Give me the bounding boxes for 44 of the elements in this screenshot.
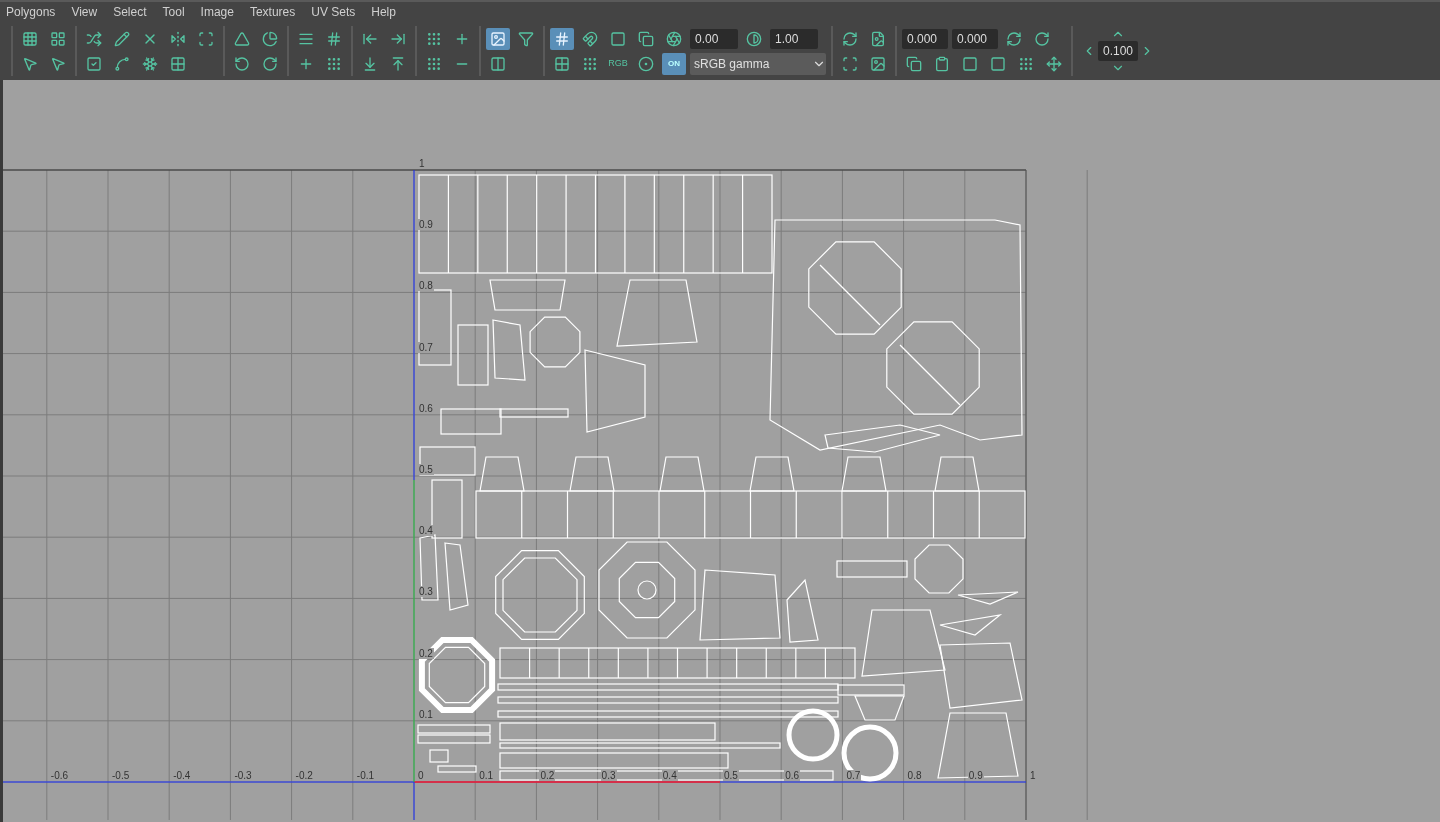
axis-label: 0 [417, 770, 425, 781]
channel-label[interactable]: RGB [606, 56, 630, 71]
axis-label: 0.7 [845, 770, 862, 781]
axis-label: 0.6 [418, 402, 434, 414]
axis-label: -0.6 [49, 770, 70, 781]
axis-label: -0.2 [294, 770, 314, 781]
axis-label: 1 [418, 158, 426, 169]
axis-label: 0.1 [478, 770, 495, 781]
exposure-field[interactable]: 0.00 [690, 28, 738, 49]
step-field[interactable]: 0.100 [1098, 41, 1138, 61]
axis-label: 0.4 [661, 770, 678, 781]
axis-label: 0.8 [418, 280, 434, 292]
axis-label: -0.4 [172, 770, 192, 781]
menu-item[interactable]: View [71, 3, 98, 21]
axis-label: 0.4 [418, 525, 434, 537]
view-transform-dropdown[interactable]: sRGB gamma [690, 52, 826, 75]
axis-label: 0.2 [539, 770, 556, 781]
grid-snap-icon[interactable] [550, 27, 574, 50]
menu-item[interactable]: Tool [162, 3, 185, 21]
axis-label: 0.9 [418, 219, 434, 231]
u-value-field[interactable]: 0.000 [902, 28, 948, 49]
axis-label: 0.5 [418, 464, 434, 475]
axis-label: -0.5 [111, 770, 131, 781]
axis-label: 0.3 [418, 586, 434, 598]
menu-item[interactable]: Select [113, 3, 147, 21]
menu-item[interactable]: Polygons [6, 3, 56, 21]
axis-label: 0.1 [418, 708, 434, 720]
menu-item[interactable]: UV Sets [311, 3, 356, 21]
v-value-field[interactable]: 0.000 [952, 28, 998, 49]
image-icon[interactable] [486, 27, 510, 50]
gamma-field[interactable]: 1.00 [770, 28, 818, 49]
axis-label: -0.3 [233, 770, 253, 781]
axis-label: 0.8 [906, 770, 923, 781]
axis-label: 0.3 [600, 770, 617, 781]
axis-label: 0.6 [784, 770, 801, 781]
axis-label: 0.2 [418, 647, 434, 659]
axis-label: 0.9 [967, 770, 984, 781]
menu-item[interactable]: Textures [249, 3, 296, 21]
menu-item[interactable]: Image [200, 3, 234, 21]
axis-label: 1 [1029, 770, 1037, 781]
axis-label: 0.7 [418, 341, 434, 353]
axis-label: -0.1 [355, 770, 376, 781]
axis-label: 0.5 [723, 770, 739, 781]
menu-item[interactable]: Help [371, 3, 396, 21]
